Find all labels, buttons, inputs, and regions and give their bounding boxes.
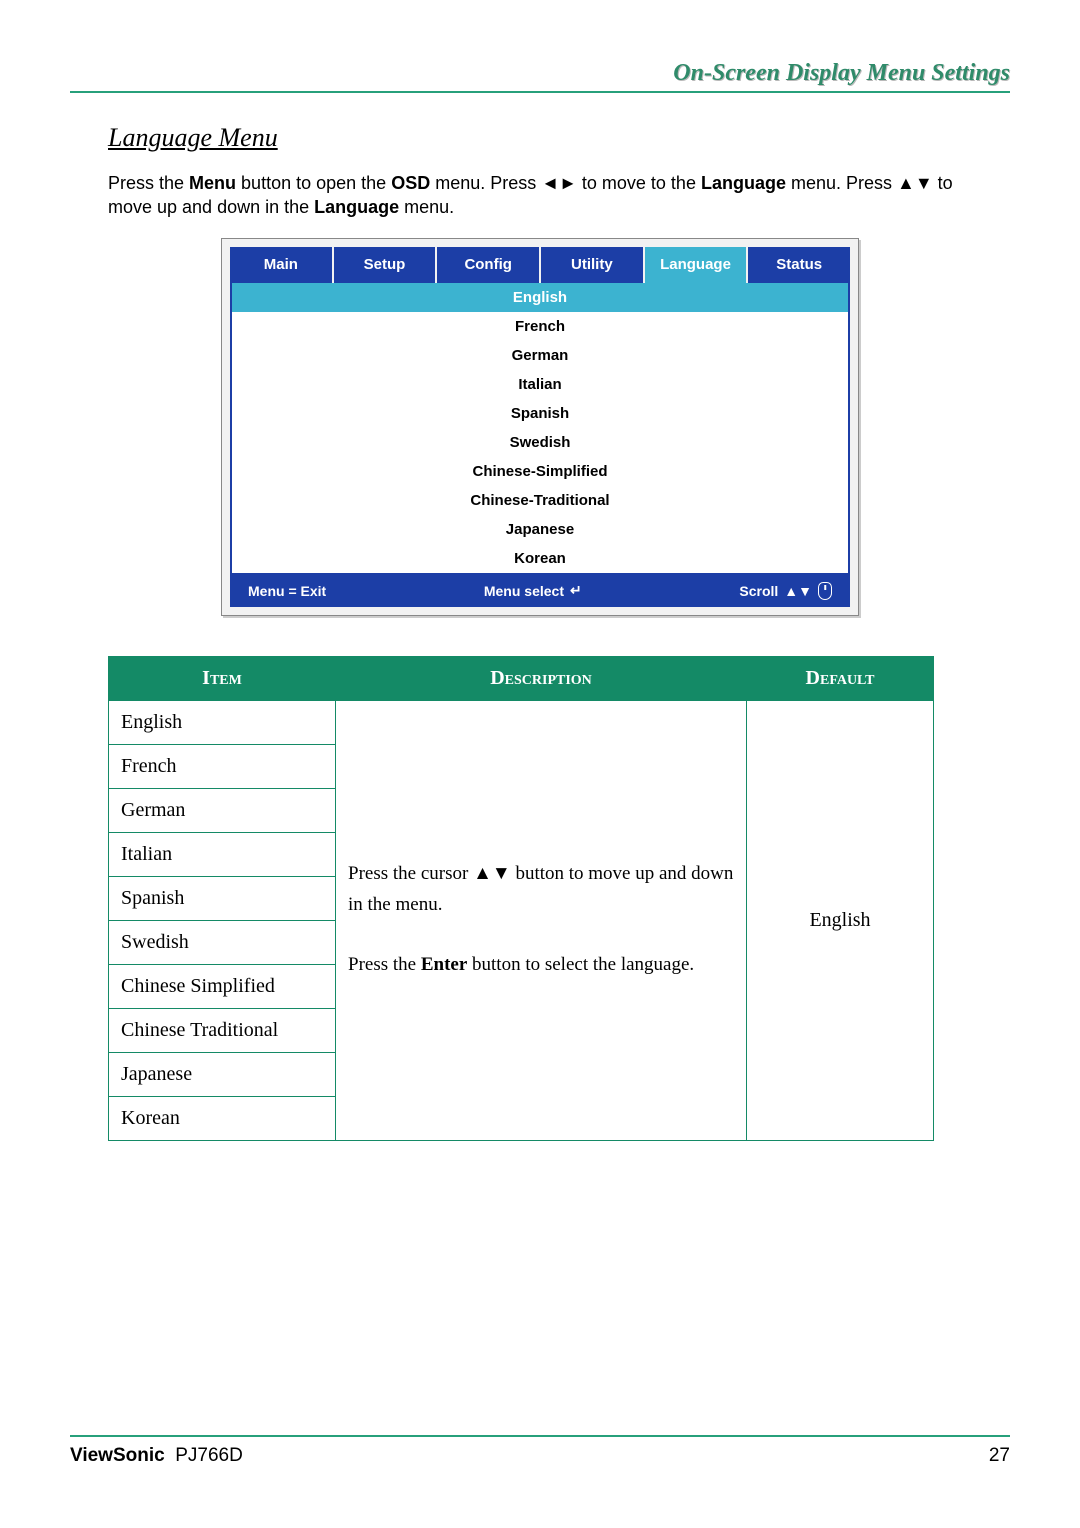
arrows-up-down-icon: ▲▼ [897, 173, 933, 193]
item-cell: Spanish [109, 876, 336, 920]
col-default: Default [747, 656, 934, 700]
text-bold: OSD [391, 173, 430, 193]
text: menu. Press [430, 173, 541, 193]
intro-paragraph: Press the Menu button to open the OSD me… [108, 171, 1000, 220]
osd-tabs: Main Setup Config Utility Language Statu… [230, 247, 850, 283]
arrows-up-down-icon: ▲▼ [784, 583, 812, 599]
table-header-row: Item Description Default [109, 656, 934, 700]
item-cell: Chinese Traditional [109, 1008, 336, 1052]
description-cell: Press the cursor ▲▼ button to move up an… [336, 700, 747, 1140]
osd-footer-scroll-label: Scroll [739, 583, 778, 599]
item-cell: Italian [109, 832, 336, 876]
osd-lang-chinese-simplified[interactable]: Chinese-Simplified [232, 457, 848, 486]
text-bold: Menu [189, 173, 236, 193]
page-number: 27 [989, 1445, 1010, 1467]
osd-tab-language[interactable]: Language [645, 247, 749, 283]
osd-tab-setup[interactable]: Setup [334, 247, 438, 283]
item-cell: Swedish [109, 920, 336, 964]
text: button to select the language. [467, 954, 694, 975]
default-cell: English [747, 700, 934, 1140]
item-cell: French [109, 744, 336, 788]
enter-icon: ↵ [570, 582, 582, 599]
section-title: Language Menu [108, 123, 1010, 153]
header-rule [70, 91, 1010, 93]
item-cell: Korean [109, 1096, 336, 1140]
reference-table: Item Description Default English Press t… [108, 656, 934, 1141]
arrows-left-right-icon: ◄► [541, 173, 577, 193]
item-cell: Chinese Simplified [109, 964, 336, 1008]
text: Press the [108, 173, 189, 193]
col-description: Description [336, 656, 747, 700]
footer-model: PJ766D [175, 1445, 243, 1466]
item-cell: Japanese [109, 1052, 336, 1096]
osd-lang-spanish[interactable]: Spanish [232, 399, 848, 428]
osd-language-list: English French German Italian Spanish Sw… [230, 283, 850, 575]
osd-footer: Menu = Exit Menu select ↵ Scroll ▲▼ [230, 575, 850, 607]
text: menu. [399, 197, 454, 217]
mouse-icon [818, 582, 832, 600]
page-footer: ViewSonic PJ766D 27 [70, 1435, 1010, 1467]
footer-brand-name: ViewSonic [70, 1445, 165, 1466]
text: Press the cursor [348, 863, 473, 884]
table-row: English Press the cursor ▲▼ button to mo… [109, 700, 934, 744]
osd-lang-english[interactable]: English [232, 283, 848, 312]
osd-tab-status[interactable]: Status [748, 247, 850, 283]
osd-lang-korean[interactable]: Korean [232, 544, 848, 573]
text: Press the [348, 954, 421, 975]
osd-tab-main[interactable]: Main [230, 247, 334, 283]
text-bold: Language [314, 197, 399, 217]
osd-lang-italian[interactable]: Italian [232, 370, 848, 399]
item-cell: English [109, 700, 336, 744]
osd-lang-japanese[interactable]: Japanese [232, 515, 848, 544]
text: button to open the [236, 173, 391, 193]
footer-rule [70, 1435, 1010, 1437]
text: to move to the [577, 173, 701, 193]
item-cell: German [109, 788, 336, 832]
osd-tab-config[interactable]: Config [437, 247, 541, 283]
header-title: On-Screen Display Menu Settings [70, 60, 1010, 87]
osd-footer-select: Menu select ↵ [484, 582, 582, 599]
osd-footer-scroll: Scroll ▲▼ [739, 582, 832, 600]
osd-footer-select-label: Menu select [484, 583, 564, 599]
footer-brand: ViewSonic PJ766D [70, 1445, 243, 1467]
col-item: Item [109, 656, 336, 700]
osd-footer-exit: Menu = Exit [248, 583, 326, 599]
arrows-up-down-icon: ▲▼ [473, 863, 511, 884]
text-bold: Language [701, 173, 786, 193]
osd-lang-chinese-traditional[interactable]: Chinese-Traditional [232, 486, 848, 515]
text: menu. Press [786, 173, 897, 193]
text-bold: Enter [421, 954, 467, 975]
osd-tab-utility[interactable]: Utility [541, 247, 645, 283]
osd-lang-french[interactable]: French [232, 312, 848, 341]
osd-screenshot: Main Setup Config Utility Language Statu… [221, 238, 859, 616]
osd-lang-german[interactable]: German [232, 341, 848, 370]
osd-lang-swedish[interactable]: Swedish [232, 428, 848, 457]
